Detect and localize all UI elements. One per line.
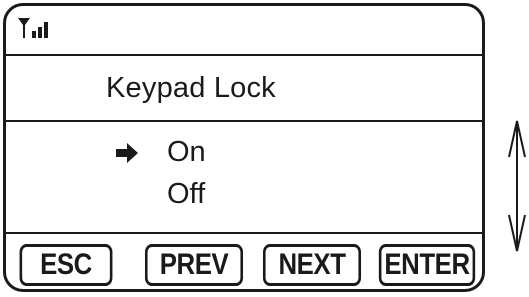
enter-button[interactable]: ENTER bbox=[378, 244, 476, 286]
device-screen: Keypad Lock On Off ESC PREV NEXT ENTER bbox=[3, 3, 485, 292]
option-label: On bbox=[167, 136, 206, 168]
status-bar bbox=[6, 6, 482, 54]
next-button[interactable]: NEXT bbox=[262, 244, 362, 286]
up-down-arrow-icon bbox=[508, 120, 526, 252]
right-arrow-icon bbox=[116, 143, 138, 163]
softkey-bar: ESC PREV NEXT ENTER bbox=[6, 232, 482, 289]
option-label: Off bbox=[167, 178, 206, 210]
option-off[interactable]: Off bbox=[6, 174, 482, 218]
options-list: On Off bbox=[6, 120, 482, 232]
esc-button[interactable]: ESC bbox=[19, 244, 113, 286]
page-title: Keypad Lock bbox=[106, 72, 276, 104]
menu-title-row: Keypad Lock bbox=[6, 54, 482, 120]
signal-strength-icon bbox=[18, 18, 48, 38]
prev-button[interactable]: PREV bbox=[144, 244, 244, 286]
option-on[interactable]: On bbox=[6, 132, 482, 176]
